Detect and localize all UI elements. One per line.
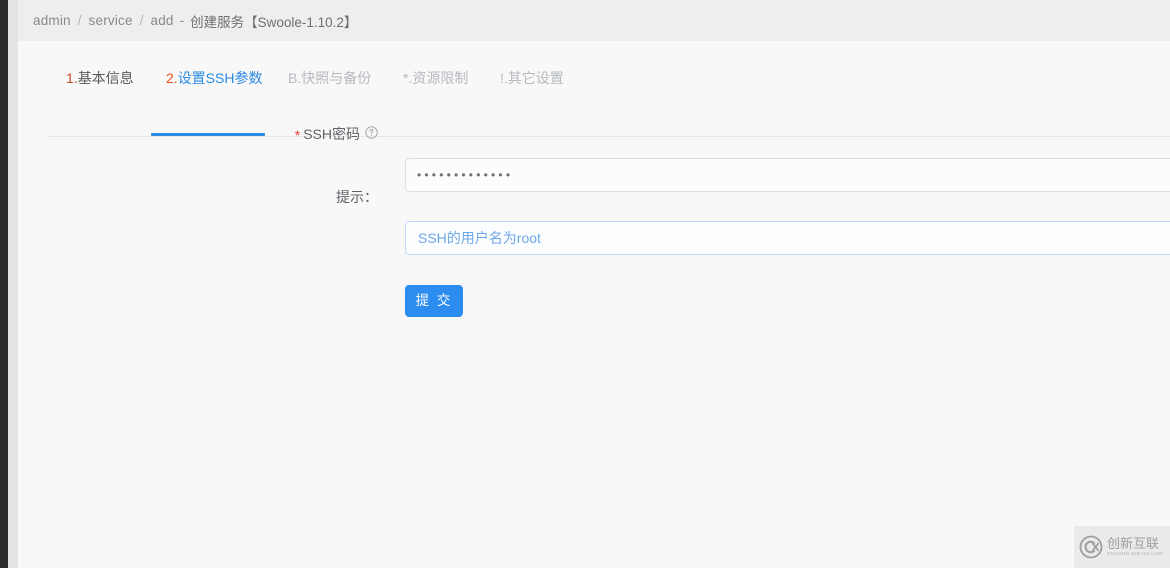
left-dark-gutter	[0, 0, 8, 568]
tab-label: 设置SSH参数	[177, 70, 263, 86]
tab-label: 基本信息	[77, 70, 134, 86]
tab-prefix: B.	[288, 70, 302, 86]
tab-basic-info[interactable]: 1.基本信息	[66, 60, 134, 96]
tab-prefix: 1.	[66, 70, 78, 86]
breadcrumb: admin / service / add - 创建服务【Swoole-1.10…	[18, 0, 1170, 41]
tab-prefix: !.	[500, 70, 508, 86]
watermark: 创新互联 CHUANG-XIN HU-LIAN	[1074, 526, 1170, 568]
ssh-password-input-wrap: •••••••••••••	[405, 158, 1170, 192]
tab-prefix: *.	[403, 70, 413, 86]
tab-label: 其它设置	[507, 70, 564, 86]
watermark-name-en: CHUANG-XIN HU-LIAN	[1107, 551, 1164, 557]
ssh-password-label-text: SSH密码	[303, 126, 360, 142]
tab-resource-limit[interactable]: *.资源限制	[403, 60, 468, 96]
breadcrumb-dash: -	[179, 13, 185, 28]
breadcrumb-item-add[interactable]: add	[150, 13, 173, 28]
ssh-password-label: * SSH密码	[295, 117, 378, 151]
breadcrumb-separator: /	[139, 13, 144, 28]
tab-other-settings[interactable]: !.其它设置	[500, 60, 564, 96]
content-card: 1.基本信息 2.设置SSH参数 B.快照与备份 *.资源限制 !.其它设置 *…	[18, 41, 1170, 568]
tab-bar: 1.基本信息 2.设置SSH参数 B.快照与备份 *.资源限制 !.其它设置	[48, 60, 1170, 100]
tip-label: 提示：	[336, 189, 378, 205]
breadcrumb-item-admin[interactable]: admin	[33, 13, 71, 28]
tab-label: 资源限制	[412, 70, 469, 86]
tab-prefix: 2.	[166, 70, 178, 86]
breadcrumb-item-service[interactable]: service	[89, 13, 133, 28]
tab-label: 快照与备份	[301, 70, 372, 86]
watermark-text: 创新互联 CHUANG-XIN HU-LIAN	[1107, 536, 1164, 557]
tab-ssh-settings[interactable]: 2.设置SSH参数	[166, 60, 262, 96]
required-asterisk: *	[294, 127, 301, 143]
form-row-tip: 提示：	[18, 180, 378, 214]
cx-logo-icon	[1079, 535, 1103, 559]
breadcrumb-separator: /	[77, 13, 82, 28]
form-row-ssh-password: * SSH密码	[18, 117, 378, 151]
page-root: admin / service / add - 创建服务【Swoole-1.10…	[0, 0, 1170, 568]
ssh-password-input[interactable]	[405, 158, 1170, 192]
submit-button[interactable]: 提 交	[405, 285, 463, 317]
left-gray-gutter	[8, 0, 18, 568]
watermark-name-cn: 创新互联	[1107, 536, 1160, 552]
tip-input[interactable]	[405, 221, 1170, 255]
tab-snapshot-backup[interactable]: B.快照与备份	[288, 60, 371, 96]
question-circle-icon[interactable]	[365, 117, 378, 151]
breadcrumb-current-page: 创建服务【Swoole-1.10.2】	[190, 14, 358, 30]
